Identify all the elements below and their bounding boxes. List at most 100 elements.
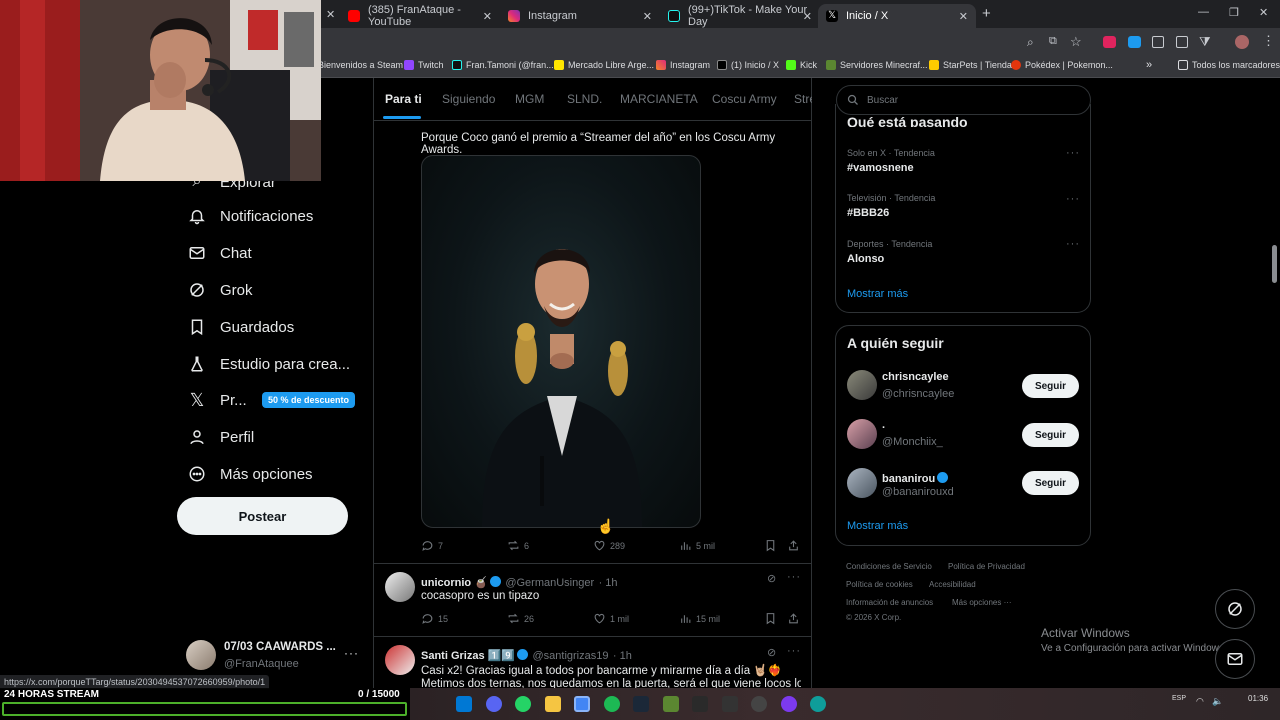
tab-youtube[interactable]: (385) FranAtaque - YouTube ✕ [340, 4, 500, 28]
tab-close-icon[interactable]: ✕ [483, 10, 492, 23]
obs-icon[interactable] [751, 696, 767, 712]
grok-icon[interactable]: ⊘ [767, 646, 776, 659]
new-tab-icon[interactable]: + [982, 5, 991, 22]
minimize-icon[interactable]: — [1198, 6, 1209, 18]
follow-button[interactable]: Seguir [1022, 374, 1079, 398]
tab-instagram[interactable]: Instagram ✕ [500, 4, 660, 28]
bookmark-item[interactable]: Instagram [656, 60, 710, 70]
share-button[interactable] [787, 612, 804, 625]
extensions-puzzle-icon[interactable]: ⧩ [1199, 34, 1211, 50]
post-button[interactable]: Postear [177, 497, 348, 535]
extension-icon[interactable] [1152, 36, 1164, 48]
like-button[interactable]: 289 [593, 539, 625, 552]
reply-button[interactable]: 15 [421, 612, 448, 625]
messages-floating-button[interactable] [1215, 639, 1255, 679]
footer-link[interactable]: Información de anuncios [846, 598, 933, 607]
post-author-handle[interactable]: @GermanUsinger [505, 577, 594, 589]
nav-creator-studio[interactable]: Estudio para crea... [186, 353, 350, 375]
post-time[interactable]: · 1h [599, 577, 618, 589]
nav-premium[interactable]: 𝕏 Pr... [186, 389, 247, 411]
tab-close-icon[interactable]: ✕ [326, 8, 335, 21]
tab-mgm[interactable]: MGM [515, 92, 544, 106]
bookmarks-overflow-icon[interactable]: » [1146, 59, 1152, 71]
bookmark-button[interactable] [764, 612, 781, 625]
bookmark-item[interactable]: Mercado Libre Arge... [554, 60, 654, 70]
trend-item[interactable]: #vamosnene [847, 162, 914, 174]
install-icon[interactable]: ⧉ [1049, 35, 1057, 48]
bookmark-item[interactable]: Kick [786, 60, 817, 70]
post-avatar[interactable] [385, 645, 415, 675]
more-icon[interactable]: ··· [787, 645, 801, 657]
nav-saved[interactable]: Guardados [186, 316, 294, 338]
more-icon[interactable]: ··· [787, 571, 801, 583]
whatsapp-icon[interactable] [515, 696, 531, 712]
extension-icon[interactable] [1176, 36, 1188, 48]
suggested-user-avatar[interactable] [847, 370, 877, 400]
footer-link[interactable]: Política de Privacidad [948, 562, 1025, 571]
share-button[interactable] [787, 539, 804, 552]
bookmark-star-icon[interactable]: ☆ [1070, 34, 1082, 50]
tab-coscu-army[interactable]: Coscu Army [712, 92, 777, 106]
trend-item[interactable]: #BBB26 [847, 207, 889, 219]
suggested-user-name[interactable]: bananirou [882, 473, 935, 485]
minecraft-icon[interactable] [663, 696, 679, 712]
taskbar-clock[interactable]: 01:36 [1248, 694, 1268, 703]
steam-icon[interactable] [633, 696, 649, 712]
volume-icon[interactable]: 🔈 [1212, 696, 1223, 707]
suggested-user-avatar[interactable] [847, 419, 877, 449]
profile-avatar-icon[interactable] [1235, 35, 1249, 49]
extension-icon[interactable] [1103, 36, 1116, 48]
footer-link[interactable]: Política de cookies [846, 580, 913, 589]
tab-slnd[interactable]: SLND. [567, 92, 602, 106]
views-button[interactable]: 5 mil [679, 539, 715, 552]
suggested-user-name[interactable]: . [882, 419, 885, 431]
bookmark-button[interactable] [764, 539, 781, 552]
wifi-icon[interactable]: ◠ [1196, 696, 1204, 707]
suggested-user-name[interactable]: chrisncaylee [882, 371, 949, 383]
bookmark-item[interactable]: Fran.Tamoni (@fran... [452, 60, 554, 70]
views-button[interactable]: 15 mil [679, 612, 720, 625]
account-avatar[interactable] [186, 640, 216, 670]
repost-button[interactable]: 6 [507, 539, 529, 552]
like-button[interactable]: 1 mil [593, 612, 629, 625]
nav-profile[interactable]: Perfil [186, 426, 254, 448]
nav-notifications[interactable]: Notificaciones [186, 205, 313, 227]
account-menu-icon[interactable]: ··· [344, 646, 359, 660]
post-avatar[interactable] [385, 572, 415, 602]
tab-close-icon[interactable]: ✕ [643, 10, 652, 23]
footer-link[interactable]: Condiciones de Servicio [846, 562, 932, 571]
trend-more-icon[interactable]: ··· [1066, 147, 1080, 159]
restore-icon[interactable]: ❐ [1229, 6, 1239, 19]
footer-link[interactable]: Accesibilidad [929, 580, 976, 589]
suggested-user-avatar[interactable] [847, 468, 877, 498]
footer-link[interactable]: Más opciones ··· [952, 598, 1012, 607]
post-photo[interactable] [421, 155, 701, 528]
tab-close-icon[interactable]: ✕ [959, 10, 968, 23]
bookmark-item[interactable]: Pokédex | Pokemon... [1011, 60, 1113, 70]
tab-marcianeta[interactable]: MARCIANETA [620, 92, 698, 106]
tab-streamers[interactable]: Stre [794, 92, 812, 106]
bookmark-item[interactable]: StarPets | Tienda [929, 60, 1012, 70]
discord-icon[interactable] [486, 696, 502, 712]
post-author-handle[interactable]: @santigrizas19 [532, 650, 608, 662]
nav-chat[interactable]: Chat [186, 242, 252, 264]
start-icon[interactable] [456, 696, 472, 712]
reply-button[interactable]: 7 [421, 539, 443, 552]
app-icon[interactable] [722, 696, 738, 712]
all-bookmarks[interactable]: Todos los marcadores [1178, 60, 1280, 70]
tab-close-icon[interactable]: ✕ [803, 10, 812, 23]
follow-show-more[interactable]: Mostrar más [847, 520, 908, 532]
nav-more-options[interactable]: Más opciones [186, 463, 313, 485]
trend-item[interactable]: Alonso [847, 253, 884, 265]
tab-for-you[interactable]: Para ti [385, 92, 422, 106]
post-author-name[interactable]: Santi Grizas 1️⃣9️⃣ [421, 650, 515, 662]
trend-more-icon[interactable]: ··· [1066, 238, 1080, 250]
follow-button[interactable]: Seguir [1022, 471, 1079, 495]
grok-floating-button[interactable] [1215, 589, 1255, 629]
menu-kebab-icon[interactable]: ⋮ [1262, 33, 1275, 49]
epic-games-icon[interactable] [692, 696, 708, 712]
repost-button[interactable]: 26 [507, 612, 534, 625]
window-close-icon[interactable]: ✕ [1259, 6, 1268, 19]
trends-show-more[interactable]: Mostrar más [847, 288, 908, 300]
scrollbar-thumb[interactable] [1272, 245, 1277, 283]
